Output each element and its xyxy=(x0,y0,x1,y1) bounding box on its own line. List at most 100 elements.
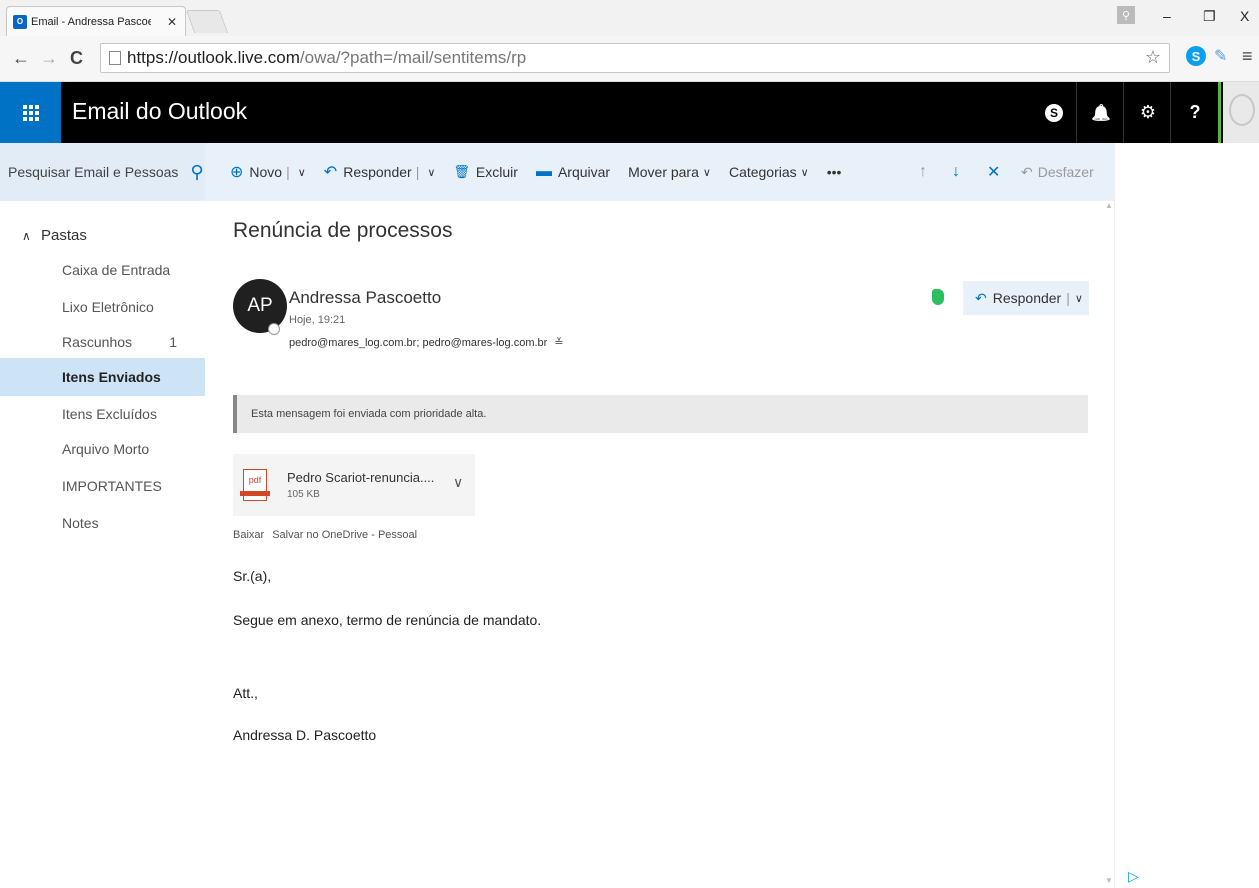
browser-tab[interactable]: O Email - Andressa Pascoetto ✕ xyxy=(6,6,186,36)
archive-button[interactable]: ▬ Arquivar xyxy=(536,163,610,181)
tab-title: Email - Andressa Pascoetto xyxy=(31,15,151,28)
arrow-down-icon: ↓ xyxy=(952,163,960,180)
tab-close-icon[interactable]: ✕ xyxy=(167,15,177,29)
browser-tab-bar: O Email - Andressa Pascoetto ✕ ⚲ – ❐ X xyxy=(0,0,1259,36)
url-host: https://outlook.live.com xyxy=(127,48,300,67)
folder-item-archive[interactable]: Arquivo Morto xyxy=(0,430,205,468)
more-actions-button[interactable]: ••• xyxy=(827,164,842,180)
url-path: /owa/?path=/mail/sentitems/rp xyxy=(299,48,527,67)
expand-recipients-icon[interactable]: ≚ xyxy=(554,337,563,349)
pdf-file-icon: pdf xyxy=(240,469,270,501)
help-icon: ? xyxy=(1189,102,1201,122)
delete-button[interactable]: 🗑 Excluir xyxy=(453,164,518,180)
chevron-down-icon[interactable]: ∨ xyxy=(427,166,435,179)
scroll-up-arrow[interactable]: ▲ xyxy=(1105,201,1113,210)
attachment-card[interactable]: pdf Pedro Scariot-renuncia.... 105 KB ∨ xyxy=(233,454,475,516)
chrome-menu-icon[interactable]: ≡ xyxy=(1242,46,1253,67)
folder-item-sent[interactable]: Itens Enviados xyxy=(0,358,205,396)
priority-notice: Esta mensagem foi enviada com prioridade… xyxy=(233,395,1088,433)
forward-button[interactable]: → xyxy=(40,48,58,69)
download-link[interactable]: Baixar xyxy=(233,529,264,541)
body-text: Segue em anexo, termo de renúncia de man… xyxy=(233,612,542,628)
chevron-down-icon[interactable]: ∨ xyxy=(298,166,306,179)
folder-item-junk[interactable]: Lixo Eletrônico xyxy=(0,288,205,326)
notifications-button[interactable]: 🔔 xyxy=(1080,82,1122,143)
undo-label: Desfazer xyxy=(1037,164,1094,180)
presence-status-icon xyxy=(268,323,280,335)
reply-button-label: Responder xyxy=(992,290,1062,306)
plus-circle-icon: ⊕ xyxy=(230,164,244,181)
search-box[interactable]: Pesquisar Email e Pessoas ⚲ xyxy=(0,143,205,201)
right-ad-pane xyxy=(1114,143,1259,888)
chevron-down-icon[interactable]: ∨ xyxy=(1075,292,1083,305)
archive-label: Arquivar xyxy=(557,164,611,180)
sender-name[interactable]: Andressa Pascoetto xyxy=(289,288,441,308)
minimize-button[interactable]: – xyxy=(1163,8,1171,24)
folder-item-deleted[interactable]: Itens Excluídos xyxy=(0,395,205,433)
folder-item-inbox[interactable]: Caixa de Entrada xyxy=(0,251,205,289)
folders-header[interactable]: ∧ Pastas xyxy=(22,227,87,244)
clip-extension-icon[interactable]: ✎ xyxy=(1214,46,1227,66)
new-button[interactable]: ⊕ Novo | ∨ xyxy=(230,162,306,182)
move-to-button[interactable]: Mover para ∨ xyxy=(628,164,711,180)
back-button[interactable]: ← xyxy=(12,48,30,69)
skype-extension-icon[interactable]: S xyxy=(1186,46,1206,66)
url-bar[interactable]: https://outlook.live.com /owa/?path=/mai… xyxy=(100,43,1170,73)
trash-icon: 🗑 xyxy=(453,164,470,179)
user-avatar[interactable] xyxy=(1223,82,1259,143)
reply-label: Responder xyxy=(343,164,412,180)
undo-button[interactable]: ↶ Desfazer xyxy=(1021,143,1094,201)
presence-strip xyxy=(1218,82,1221,143)
settings-button[interactable]: ⚙ xyxy=(1127,82,1169,143)
recipients-line: pedro@mares_log.com.br; pedro@mares-log.… xyxy=(289,336,564,349)
skype-icon: S xyxy=(1045,103,1063,122)
skype-button[interactable]: S xyxy=(1033,82,1075,143)
folder-item-drafts[interactable]: Rascunhos 1 xyxy=(0,323,205,361)
page-icon xyxy=(109,51,121,65)
ad-choices-icon[interactable]: ▷ xyxy=(1128,868,1139,885)
command-bar: ⊕ Novo | ∨ ↶ Responder | ∨ 🗑 Excluir ▬ A… xyxy=(205,143,1114,201)
sent-timestamp: Hoje, 19:21 xyxy=(289,314,346,326)
chevron-down-icon[interactable]: ∨ xyxy=(453,474,463,491)
next-message-button[interactable]: ↓ xyxy=(952,143,960,201)
more-icon: ••• xyxy=(826,164,842,180)
search-icon[interactable]: ⚲ xyxy=(190,162,203,183)
recipients[interactable]: pedro@mares_log.com.br; pedro@mares-log.… xyxy=(289,337,547,349)
drafts-count-badge: 1 xyxy=(169,334,177,350)
gear-icon: ⚙ xyxy=(1139,102,1157,122)
restore-button[interactable]: ❐ xyxy=(1203,8,1216,25)
profile-icon[interactable]: ⚲ xyxy=(1117,6,1135,24)
close-message-button[interactable]: ✕ xyxy=(987,143,1000,201)
previous-message-button[interactable]: ↑ xyxy=(919,143,927,201)
arrow-up-icon: ↑ xyxy=(919,163,927,180)
folder-item-importantes[interactable]: IMPORTANTES xyxy=(0,467,205,505)
folder-item-notes[interactable]: Notes xyxy=(0,504,205,542)
outlook-favicon-icon: O xyxy=(13,14,27,29)
attachment-actions: Baixar Salvar no OneDrive - Pessoal xyxy=(233,529,417,541)
priority-notice-text: Esta mensagem foi enviada com prioridade… xyxy=(251,408,487,420)
reply-icon: ↶ xyxy=(975,289,987,306)
move-label: Mover para xyxy=(628,164,699,180)
bookmark-star-icon[interactable]: ☆ xyxy=(1145,47,1161,68)
scroll-down-arrow[interactable]: ▼ xyxy=(1105,876,1113,885)
categories-label: Categorias xyxy=(728,164,797,180)
reply-button[interactable]: ↶ Responder | ∨ xyxy=(963,281,1089,315)
window-close-button[interactable]: X xyxy=(1240,8,1249,24)
reply-toolbar-button[interactable]: ↶ Responder | ∨ xyxy=(324,162,436,182)
address-toolbar: ← → C https://outlook.live.com /owa/?pat… xyxy=(0,36,1259,82)
reload-button[interactable]: C xyxy=(70,48,83,69)
evernote-icon[interactable] xyxy=(932,289,944,305)
attachment-name: Pedro Scariot-renuncia.... xyxy=(287,470,435,485)
help-button[interactable]: ? xyxy=(1174,82,1216,143)
reading-pane: Renúncia de processos AP Andressa Pascoe… xyxy=(205,201,1114,888)
categories-button[interactable]: Categorias ∨ xyxy=(729,164,809,180)
app-launcher-button[interactable] xyxy=(0,82,61,143)
chevron-down-icon: ∨ xyxy=(800,166,809,179)
chevron-up-icon: ∧ xyxy=(22,229,31,243)
new-tab-button[interactable] xyxy=(185,10,229,33)
delete-label: Excluir xyxy=(475,164,518,180)
reply-icon: ↶ xyxy=(323,164,338,181)
message-subject: Renúncia de processos xyxy=(233,219,453,242)
search-placeholder: Pesquisar Email e Pessoas xyxy=(8,164,179,180)
save-onedrive-link[interactable]: Salvar no OneDrive - Pessoal xyxy=(272,529,417,541)
